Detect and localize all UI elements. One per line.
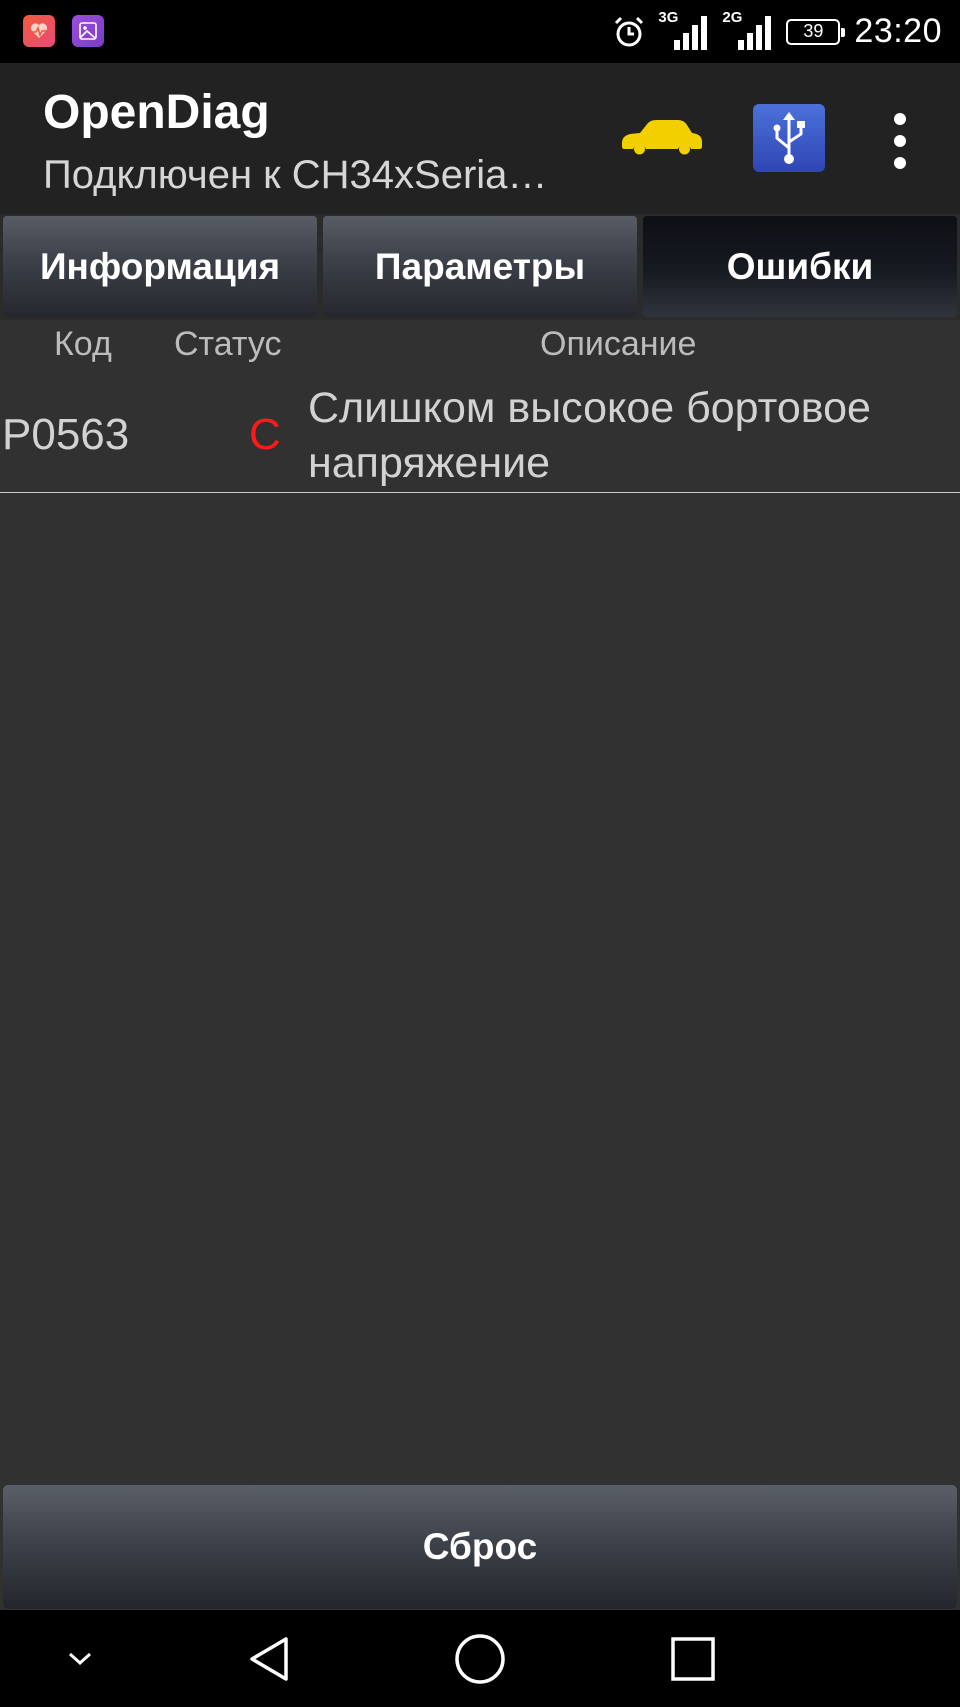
usb-icon (773, 112, 805, 164)
overflow-menu-icon[interactable] (880, 113, 920, 169)
column-header-code: Код (54, 325, 112, 363)
error-row[interactable]: P0563 C Слишком высокое бортовое напряже… (0, 375, 960, 493)
battery-indicator: 39 (786, 18, 846, 45)
network-type-3g: 3G (658, 9, 679, 26)
error-code: P0563 (2, 410, 130, 459)
action-bar: OpenDiag Подключен к CH34xSeria… (0, 63, 960, 214)
health-app-icon (23, 15, 55, 47)
app-title: OpenDiag (43, 86, 270, 139)
hide-keyboard-chevron-icon[interactable] (40, 1610, 120, 1707)
car-icon[interactable] (618, 117, 704, 162)
recents-square-icon[interactable] (643, 1610, 743, 1707)
status-bar: 3G 2G 39 23:20 (0, 0, 960, 63)
column-header-description: Описание (540, 325, 697, 363)
reset-button[interactable]: Сброс (3, 1485, 957, 1609)
signal-3g: 3G (658, 9, 710, 50)
tab-bar: Информация Параметры Ошибки (0, 214, 960, 320)
signal-2g: 2G (722, 9, 774, 50)
battery-icon: 39 (786, 18, 846, 45)
usb-connection-button[interactable] (753, 104, 825, 172)
error-description: Слишком высокое бортовое напряжение (308, 384, 871, 487)
tab-errors[interactable]: Ошибки (643, 216, 957, 317)
network-type-2g: 2G (722, 9, 743, 26)
status-icons: 3G 2G 39 23:20 (600, 0, 942, 63)
screen: 3G 2G 39 23:20 OpenDiag Подключен к CH34… (0, 0, 960, 1707)
alarm-clock-icon (612, 15, 646, 49)
tab-parameters[interactable]: Параметры (323, 216, 637, 317)
back-triangle-icon[interactable] (220, 1610, 320, 1707)
connection-status: Подключен к CH34xSeria… (43, 153, 548, 197)
clock: 23:20 (854, 12, 942, 50)
tab-info[interactable]: Информация (3, 216, 317, 317)
home-circle-icon[interactable] (430, 1610, 530, 1707)
column-header-status: Статус (174, 325, 282, 363)
gallery-app-icon (72, 15, 104, 47)
battery-level: 39 (803, 21, 824, 41)
navigation-bar (0, 1610, 960, 1707)
error-status: C (249, 410, 281, 459)
